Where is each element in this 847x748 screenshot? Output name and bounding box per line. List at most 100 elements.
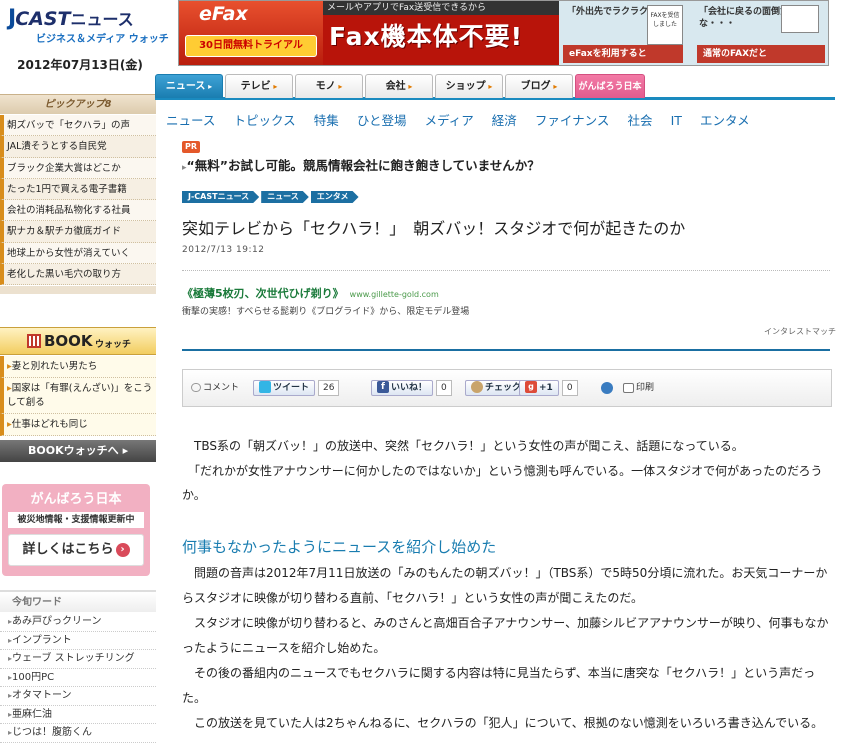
cat-it[interactable]: IT <box>671 113 682 128</box>
book-item[interactable]: 妻と別れたい男たち <box>0 356 156 379</box>
bookmark-button[interactable] <box>601 379 615 397</box>
trending-word[interactable]: インプラント <box>0 632 156 650</box>
fax-machine-icon <box>781 5 819 33</box>
article-paragraph: TBS系の「朝ズバッ！」の放送中、突然「セクハラ！」という女性の声が聞こえ、話題… <box>182 439 744 453</box>
breadcrumb-item[interactable]: ニュース <box>261 191 309 203</box>
tweet-widget: ツイート 26 <box>253 379 340 397</box>
ganbaro-button-label: 詳しくはこちら <box>22 542 114 557</box>
gplus-count: 0 <box>561 379 578 396</box>
cat-people[interactable]: ひと登場 <box>357 113 407 128</box>
tab-shop[interactable]: ショップ <box>435 74 503 98</box>
pickup-item[interactable]: ブラック企業大賞はどこか <box>0 157 156 179</box>
divider-blue <box>182 349 830 351</box>
check-label: チェック <box>485 382 522 393</box>
trending-word[interactable]: 亜麻仁油 <box>0 706 156 724</box>
breadcrumb-item[interactable]: エンタメ <box>311 191 359 203</box>
book-heading-sub: ウォッチ <box>95 340 132 350</box>
text-ad-provider[interactable]: インタレストマッチ <box>764 326 836 337</box>
pickup-item[interactable]: 朝ズバッで「セクハラ」の声 <box>0 115 156 137</box>
ganbaro-details-button[interactable]: 詳しくはこちら › <box>8 534 144 566</box>
efax-ad-banner[interactable]: eFax 30日間無料トライアル メールやアプリでFax送受信できるから Fax… <box>178 0 829 66</box>
article-paragraph: スタジオに映像が切り替わると、みのさんと高畑百合子アナウンサー、加藤シルビアアナ… <box>182 616 829 655</box>
trending-word[interactable]: オタマトーン <box>0 687 156 706</box>
pickup-item[interactable]: 会社の消耗品私物化する社員 <box>0 200 156 222</box>
twitter-icon <box>259 381 271 393</box>
like-label: いいね！ <box>391 382 428 393</box>
book-watch-button[interactable]: BOOKウォッチへ <box>0 440 156 462</box>
tab-company[interactable]: 会社 <box>365 74 433 98</box>
text-ad-title[interactable]: 《極薄5枚刃、次世代ひげ剃り》 www.gillette-gold.com <box>182 285 439 301</box>
breadcrumb: J-CASTニュース ニュース エンタメ <box>182 191 361 203</box>
tab-news[interactable]: ニュース <box>155 74 223 98</box>
cat-economy[interactable]: 経済 <box>492 113 517 128</box>
tab-blog[interactable]: ブログ <box>505 74 573 98</box>
cat-entame[interactable]: エンタメ <box>700 113 750 128</box>
ganbaro-japan-banner[interactable]: がんばろう日本 被災地情報・支援情報更新中 詳しくはこちら › <box>2 484 150 576</box>
ad-trial-button[interactable]: 30日間無料トライアル <box>185 35 317 57</box>
article-body: TBS系の「朝ズバッ！」の放送中、突然「セクハラ！」という女性の声が聞こえ、話題… <box>182 434 830 508</box>
ganbaro-title: がんばろう日本 <box>30 492 122 507</box>
facebook-like-button[interactable]: f いいね！ <box>371 379 434 396</box>
pickup-item[interactable]: たった1円で買える電子書籍 <box>0 178 156 201</box>
book-icon <box>27 334 41 348</box>
cat-finance[interactable]: ファイナンス <box>535 113 610 128</box>
like-widget: f いいね！ 0 <box>371 379 452 397</box>
like-count: 0 <box>436 379 452 396</box>
book-watch-heading[interactable]: BOOK ウォッチ <box>0 327 156 355</box>
print-link[interactable]: 印刷 <box>623 379 654 397</box>
tab-mono[interactable]: モノ <box>295 74 363 98</box>
logo-news: ニュース <box>70 10 134 29</box>
cat-news[interactable]: ニュース <box>166 113 215 128</box>
trending-word[interactable]: 100円PC <box>0 669 156 687</box>
ad-left-panel: eFax 30日間無料トライアル <box>179 1 323 65</box>
cat-society[interactable]: 社会 <box>628 113 653 128</box>
breadcrumb-item[interactable]: J-CASTニュース <box>182 191 259 203</box>
logo-cast: CAST <box>15 8 71 30</box>
gplus-widget: g +1 0 <box>519 379 578 397</box>
tab-tv[interactable]: テレビ <box>225 74 293 98</box>
bookmark-icon <box>601 381 613 394</box>
ad-brand: eFax <box>199 3 248 25</box>
pickup-item[interactable]: 地球上から女性が消えていく <box>0 242 156 265</box>
divider <box>182 270 830 271</box>
tweet-button[interactable]: ツイート <box>253 379 316 396</box>
mixi-check-button[interactable]: チェック <box>465 379 528 397</box>
article-paragraph: 「だれかが女性アナウンサーに何かしたのではないか」という憶測も呼んでいる。一体ス… <box>182 463 823 503</box>
trending-word[interactable]: じつは！腹筋くん <box>0 724 156 743</box>
tweet-label: ツイート <box>273 382 310 393</box>
fax-phone-icon: FAXを受信しました <box>647 5 683 45</box>
book-item[interactable]: 国家は「有罪(えんざい)」をこうして創る <box>0 378 156 414</box>
logo-subtitle: ビジネス＆メディア ウォッチ <box>36 34 169 45</box>
print-label: 印刷 <box>636 383 655 393</box>
site-date: 2012年07月13日(金) <box>17 58 143 72</box>
cat-topics[interactable]: トピックス <box>233 113 295 128</box>
gplus-label: +1 <box>539 382 553 393</box>
pickup-footer <box>0 286 156 294</box>
facebook-icon: f <box>377 381 389 393</box>
article-body-2: 問題の音声は2012年7月11日放送の「みのもんたの朝ズバッ！」（TBS系）で5… <box>182 561 830 736</box>
tab-ganbaro[interactable]: がんばろう日本 <box>575 74 645 98</box>
article-paragraph: この放送を見ていた人は2ちゃんねるに、セクハラの「犯人」について、根拠のない憶測… <box>182 716 824 730</box>
book-item[interactable]: 仕事はどれも同じ <box>0 413 156 437</box>
article-date: 2012/7/13 19:12 <box>182 245 265 255</box>
pickup-item[interactable]: 駅ナカ＆駅チカ徹底ガイド <box>0 221 156 243</box>
google-plus-icon: g <box>525 381 537 393</box>
pr-link[interactable]: “無料”お試し可能。競馬情報会社に飽き飽きしていませんか？ <box>182 155 540 174</box>
article-title: 突如テレビから「セクハラ！」 朝ズバッ！スタジオで何が起きたのか <box>182 219 686 238</box>
social-bar: コメント ツイート 26 f いいね！ 0 チェック g +1 0 印刷 <box>182 369 832 407</box>
ad-mid-panel: メールやアプリでFax送受信できるから Fax機本体不要! <box>323 1 559 65</box>
mixi-icon <box>471 381 483 393</box>
pickup-item[interactable]: JAL潰そうとする自民党 <box>0 136 156 158</box>
print-icon <box>623 382 634 393</box>
gplus-button[interactable]: g +1 <box>519 379 559 396</box>
trending-word[interactable]: ウェーブ ストレッチリング <box>0 650 156 669</box>
ganbaro-subtitle: 被災地情報・支援情報更新中 <box>8 512 144 528</box>
comment-link[interactable]: コメント <box>191 379 239 397</box>
trending-word[interactable]: あみ戸ぴっクリーン <box>0 613 156 632</box>
cat-media[interactable]: メディア <box>425 113 474 128</box>
pickup-item[interactable]: 老化した黒い毛穴の取り方 <box>0 264 156 286</box>
site-logo[interactable]: JCASTニュース ビジネス＆メディア ウォッチ <box>8 6 169 46</box>
cat-features[interactable]: 特集 <box>314 113 339 128</box>
ad-main-text: Fax機本体不要! <box>329 22 524 51</box>
text-ad-url: www.gillette-gold.com <box>349 290 439 299</box>
